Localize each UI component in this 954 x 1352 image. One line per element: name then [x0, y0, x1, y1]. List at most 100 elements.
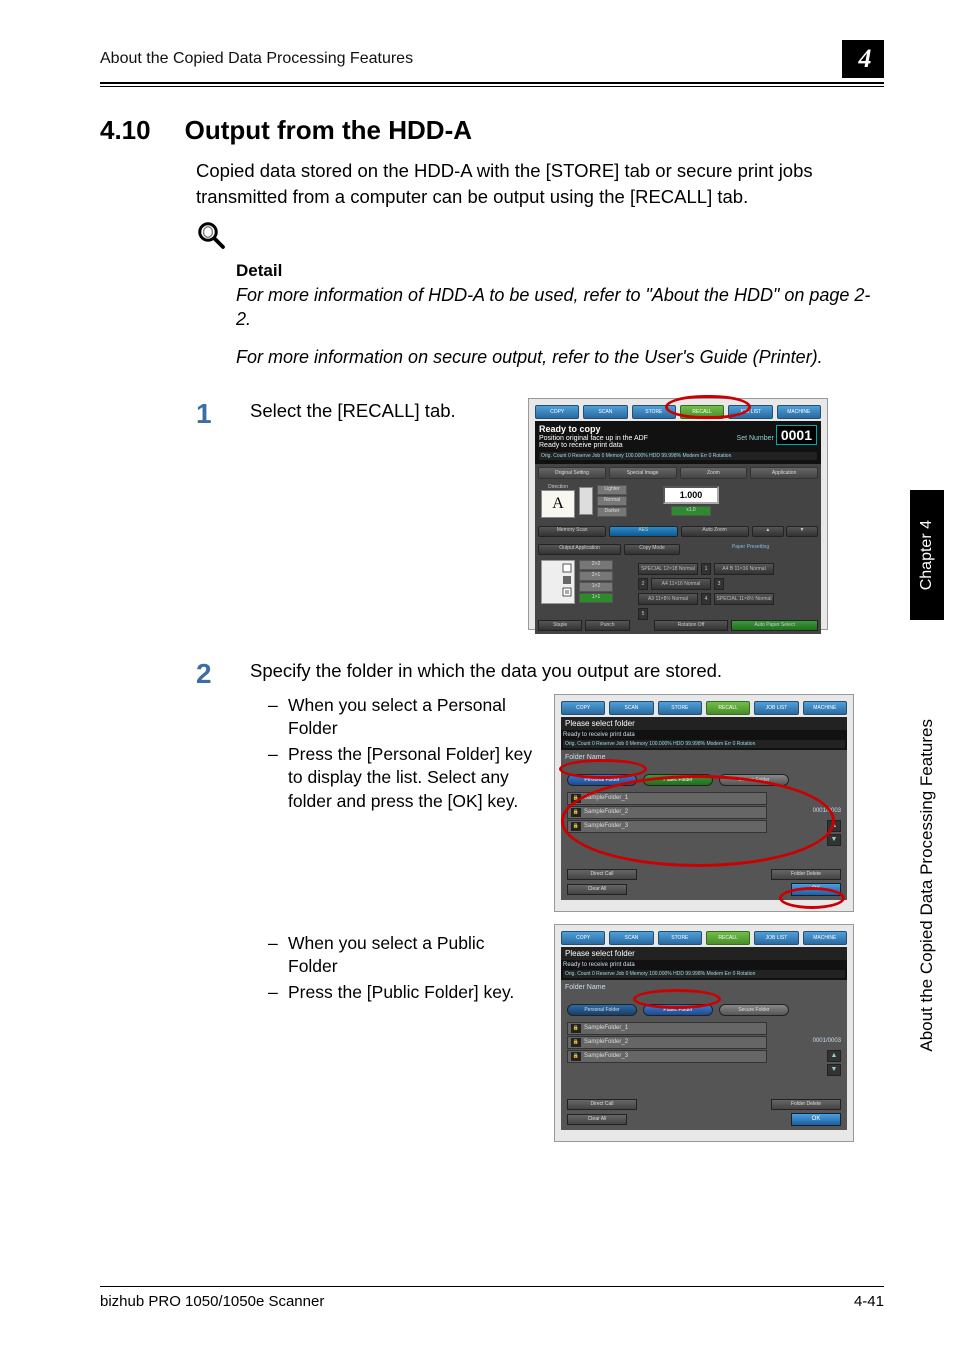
btn-application[interactable]: Application	[750, 467, 818, 479]
page: About the Copied Data Processing Feature…	[0, 0, 954, 1352]
q-tab-machine[interactable]: MACHINE	[803, 931, 847, 945]
secure-folder-tab-2[interactable]: Secure Folder	[719, 1004, 789, 1016]
q-direct-call-btn[interactable]: Direct Call	[567, 1099, 637, 1110]
density-darker[interactable]: Darker	[597, 507, 627, 517]
step-1-number: 1	[196, 398, 218, 630]
page-footer: bizhub PRO 1050/1050e Scanner 4-41	[100, 1286, 884, 1310]
staple-btn[interactable]: Staple	[538, 620, 582, 631]
q-scroll-down[interactable]: ▼	[827, 1064, 841, 1076]
btn-zoom[interactable]: Zoom	[680, 467, 748, 479]
side-label-box: About the Copied Data Processing Feature…	[910, 620, 944, 1150]
rotation-off-btn[interactable]: Rotation Off	[654, 620, 729, 631]
set-number-label: Set Number	[737, 435, 774, 442]
p-select-header: Please select folder	[561, 717, 847, 730]
q-scroll-up[interactable]: ▲	[827, 1050, 841, 1062]
output-application-btn[interactable]: Output Application	[538, 544, 621, 555]
btn-special-image[interactable]: Special Image	[609, 467, 677, 479]
magnifier-icon	[196, 220, 226, 250]
personal-folder-tab-2[interactable]: Personal Folder	[567, 1004, 637, 1016]
btn-original-setting[interactable]: Original Setting	[538, 467, 606, 479]
clear-all-btn[interactable]: Clear All	[567, 884, 627, 895]
aes-btn[interactable]: AES	[609, 526, 677, 537]
q-folder-row-2[interactable]: 🔒SampleFolder_2	[567, 1036, 767, 1049]
q-foldername-label: Folder Name	[565, 984, 605, 991]
status-panel: Ready to copy Position original face up …	[535, 421, 821, 464]
copymode-12[interactable]: 1>2	[579, 582, 613, 592]
tab-scan[interactable]: SCAN	[583, 405, 627, 419]
p-tab-copy[interactable]: COPY	[561, 701, 605, 715]
scroll-down[interactable]: ▼	[827, 834, 841, 846]
paper-3[interactable]: A4 11×16 Normal	[651, 578, 711, 590]
tab-machine[interactable]: MACHINE	[777, 405, 821, 419]
footer-rule	[100, 1286, 884, 1287]
callout-personal-folder	[559, 759, 647, 779]
paper-5-num: 5	[638, 608, 648, 620]
lock-icon: 🔒	[571, 1052, 581, 1061]
q-tab-recall[interactable]: RECALL	[706, 931, 750, 945]
copymode-11[interactable]: 1>1	[579, 593, 613, 603]
set-number-area: Set Number 0001	[737, 425, 817, 445]
intro-paragraph: Copied data stored on the HDD-A with the…	[196, 158, 866, 210]
paper-4-num: 4	[701, 593, 711, 605]
q-ok-btn[interactable]: OK	[791, 1113, 841, 1126]
punch-btn[interactable]: Punch	[585, 620, 629, 631]
paper-5[interactable]: SPECIAL 11×8½ Normal	[714, 593, 774, 605]
running-header: About the Copied Data Processing Feature…	[100, 50, 413, 68]
paper-2[interactable]: A4 B 11×16 Normal	[714, 563, 774, 575]
side-chapter-box: Chapter 4	[910, 490, 944, 620]
callout-folder-list	[561, 775, 835, 867]
q-folder-count: 0001/0003	[813, 1038, 841, 1044]
ready-text: Ready to copy Position original face up …	[539, 425, 648, 450]
q-tab-store[interactable]: STORE	[658, 931, 702, 945]
main-grid: Original Setting Special Image Zoom Appl…	[535, 464, 821, 634]
step-2-bullets-b: When you select a Public Folder Press th…	[250, 932, 536, 1005]
zoom-up[interactable]: ▲	[752, 526, 784, 537]
zoom-down[interactable]: ▼	[786, 526, 818, 537]
lock-icon: 🔒	[571, 1038, 581, 1047]
chapter-number: 4	[859, 44, 872, 74]
q-tab-joblist[interactable]: JOB LIST	[754, 931, 798, 945]
p-tab-store[interactable]: STORE	[658, 701, 702, 715]
q-folder-row-1[interactable]: 🔒SampleFolder_1	[567, 1022, 767, 1035]
header-rule-thick	[100, 82, 884, 84]
chapter-badge-wrap: 4	[846, 40, 884, 78]
paper-2-num: 2	[638, 578, 648, 590]
q-statusbar: Orig. Count 0 Reserve Job 0 Memory 100.0…	[563, 970, 845, 978]
ready-line3: Ready to receive print data	[539, 442, 648, 450]
step-1-content: Select the [RECALL] tab. COPY SCAN STORE…	[250, 398, 884, 630]
header-rule-thin	[100, 86, 884, 87]
q-folder-delete-btn[interactable]: Folder Delete	[771, 1099, 841, 1110]
direct-call-btn[interactable]: Direct Call	[567, 869, 637, 880]
p-tab-joblist[interactable]: JOB LIST	[754, 701, 798, 715]
callout-ok	[779, 887, 845, 909]
q-tab-copy[interactable]: COPY	[561, 931, 605, 945]
auto-paper-select-btn[interactable]: Auto Paper Select	[731, 620, 818, 631]
q-folder-row-3-label: SampleFolder_3	[584, 1053, 628, 1059]
p-tab-scan[interactable]: SCAN	[609, 701, 653, 715]
p-tab-recall[interactable]: RECALL	[706, 701, 750, 715]
copymode-21[interactable]: 2>1	[579, 571, 613, 581]
p-statusbar: Orig. Count 0 Reserve Job 0 Memory 100.0…	[563, 740, 845, 748]
paper-1[interactable]: SPECIAL 12×18 Normal	[638, 563, 698, 575]
copymode-22[interactable]: 2>2	[579, 560, 613, 570]
q-clear-all-btn[interactable]: Clear All	[567, 1114, 627, 1125]
auto-zoom-btn[interactable]: Auto Zoom	[681, 526, 749, 537]
section-number: 4.10	[100, 115, 151, 146]
p-tab-machine[interactable]: MACHINE	[803, 701, 847, 715]
q-tab-scan[interactable]: SCAN	[609, 931, 653, 945]
folder-delete-btn[interactable]: Folder Delete	[771, 869, 841, 880]
density-normal[interactable]: Normal	[597, 496, 627, 506]
tab-copy[interactable]: COPY	[535, 405, 579, 419]
zoom-x1[interactable]: x1.0	[671, 506, 711, 516]
q-folder-row-3[interactable]: 🔒SampleFolder_3	[567, 1050, 767, 1063]
screenshot-copy-screen: COPY SCAN STORE RECALL JOB LIST MACHINE …	[528, 398, 828, 630]
bullet-a-2: Press the [Personal Folder] key to displ…	[268, 743, 536, 814]
density-lighter[interactable]: Lighter	[597, 485, 627, 495]
side-chapter-text: Chapter 4	[918, 520, 936, 590]
copy-mode-icon	[541, 560, 575, 604]
memory-scan-btn[interactable]: Memory Scan	[538, 526, 606, 537]
copy-mode-label: Copy Mode	[624, 544, 680, 555]
detail-text-2: For more information on secure output, r…	[236, 345, 876, 369]
direction-a-box[interactable]: A	[541, 490, 575, 518]
paper-4[interactable]: A3 11×8½ Normal	[638, 593, 698, 605]
